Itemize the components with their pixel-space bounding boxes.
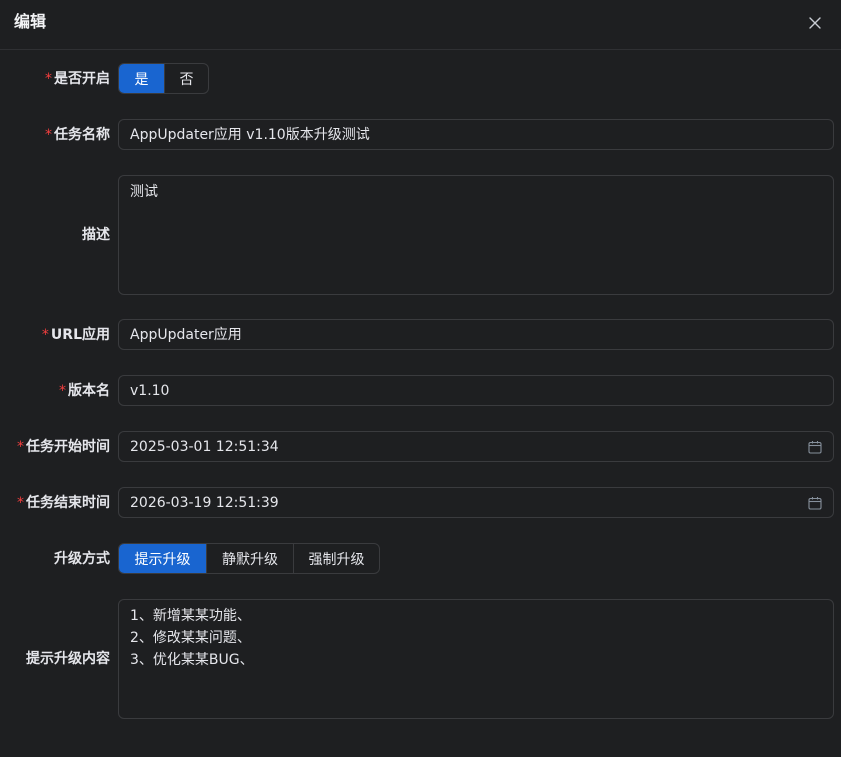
- form-row-end-time: * 任务结束时间 2026-03-19 12:51:39: [0, 487, 841, 519]
- upgrade-mode-option-silent[interactable]: 静默升级: [206, 544, 293, 573]
- calendar-icon[interactable]: [808, 496, 822, 510]
- task-name-label: * 任务名称: [45, 127, 110, 143]
- url-app-select[interactable]: AppUpdater应用: [118, 319, 834, 350]
- upgrade-content-line: 2、修改某某问题、: [130, 630, 251, 646]
- dialog-header: 编辑: [0, 0, 841, 50]
- form-row-upgrade-content: 提示升级内容 1、新增某某功能、 2、修改某某问题、 3、优化某某BUG、: [0, 599, 841, 719]
- start-time-value: 2025-03-01 12:51:34: [130, 439, 279, 455]
- upgrade-content-lines: 1、新增某某功能、 2、修改某某问题、 3、优化某某BUG、: [130, 605, 254, 671]
- start-time-picker[interactable]: 2025-03-01 12:51:34: [118, 431, 834, 462]
- edit-dialog: 编辑 * 是否开启 是 否 * 任务名称 AppUpdater应用 v1.10版本升…: [0, 0, 841, 757]
- end-time-picker[interactable]: 2026-03-19 12:51:39: [118, 487, 834, 518]
- version-name-value: v1.10: [130, 383, 170, 399]
- dialog-title: 编辑: [14, 12, 47, 31]
- upgrade-mode-option-prompt[interactable]: 提示升级: [119, 544, 206, 573]
- upgrade-content-line: 1、新增某某功能、: [130, 608, 251, 624]
- form-row-enabled: * 是否开启 是 否: [0, 63, 841, 95]
- required-mark: *: [59, 383, 66, 399]
- calendar-icon[interactable]: [808, 440, 822, 454]
- url-app-label: * URL应用: [41, 327, 110, 343]
- start-time-label: * 任务开始时间: [17, 439, 110, 455]
- upgrade-mode-selector[interactable]: 提示升级 静默升级 强制升级: [118, 543, 380, 574]
- form-row-upgrade-mode: 升级方式 提示升级 静默升级 强制升级: [0, 543, 841, 575]
- required-mark: *: [45, 71, 52, 87]
- description-value: 测试: [130, 184, 158, 200]
- upgrade-content-line: 3、优化某某BUG、: [130, 652, 254, 668]
- form-row-url-app: * URL应用 AppUpdater应用: [0, 319, 841, 351]
- required-mark: *: [41, 327, 49, 343]
- enabled-toggle[interactable]: 是 否: [118, 63, 209, 94]
- version-name-label: * 版本名: [59, 383, 110, 399]
- required-mark: *: [17, 439, 24, 455]
- enabled-option-no[interactable]: 否: [164, 64, 208, 93]
- form-row-start-time: * 任务开始时间 2025-03-01 12:51:34: [0, 431, 841, 463]
- close-button[interactable]: [805, 13, 825, 33]
- description-label: 描述: [82, 227, 110, 243]
- task-name-input[interactable]: AppUpdater应用 v1.10版本升级测试: [118, 119, 834, 150]
- required-mark: *: [17, 495, 24, 511]
- upgrade-mode-option-force[interactable]: 强制升级: [293, 544, 379, 573]
- url-app-value: AppUpdater应用: [130, 327, 242, 343]
- close-icon: [809, 17, 821, 29]
- end-time-value: 2026-03-19 12:51:39: [130, 495, 279, 511]
- task-name-value: AppUpdater应用 v1.10版本升级测试: [130, 127, 370, 143]
- description-textarea[interactable]: 测试: [118, 175, 834, 295]
- version-name-input[interactable]: v1.10: [118, 375, 834, 406]
- upgrade-mode-label: 升级方式: [54, 551, 110, 567]
- form-row-description: 描述 测试: [0, 175, 841, 295]
- enabled-label: * 是否开启: [45, 71, 110, 87]
- upgrade-content-label: 提示升级内容: [26, 651, 110, 667]
- upgrade-content-textarea[interactable]: 1、新增某某功能、 2、修改某某问题、 3、优化某某BUG、: [118, 599, 834, 719]
- end-time-label: * 任务结束时间: [17, 495, 110, 511]
- form-row-task-name: * 任务名称 AppUpdater应用 v1.10版本升级测试: [0, 119, 841, 151]
- enabled-option-yes[interactable]: 是: [119, 64, 164, 93]
- form-row-version-name: * 版本名 v1.10: [0, 375, 841, 407]
- required-mark: *: [45, 127, 52, 143]
